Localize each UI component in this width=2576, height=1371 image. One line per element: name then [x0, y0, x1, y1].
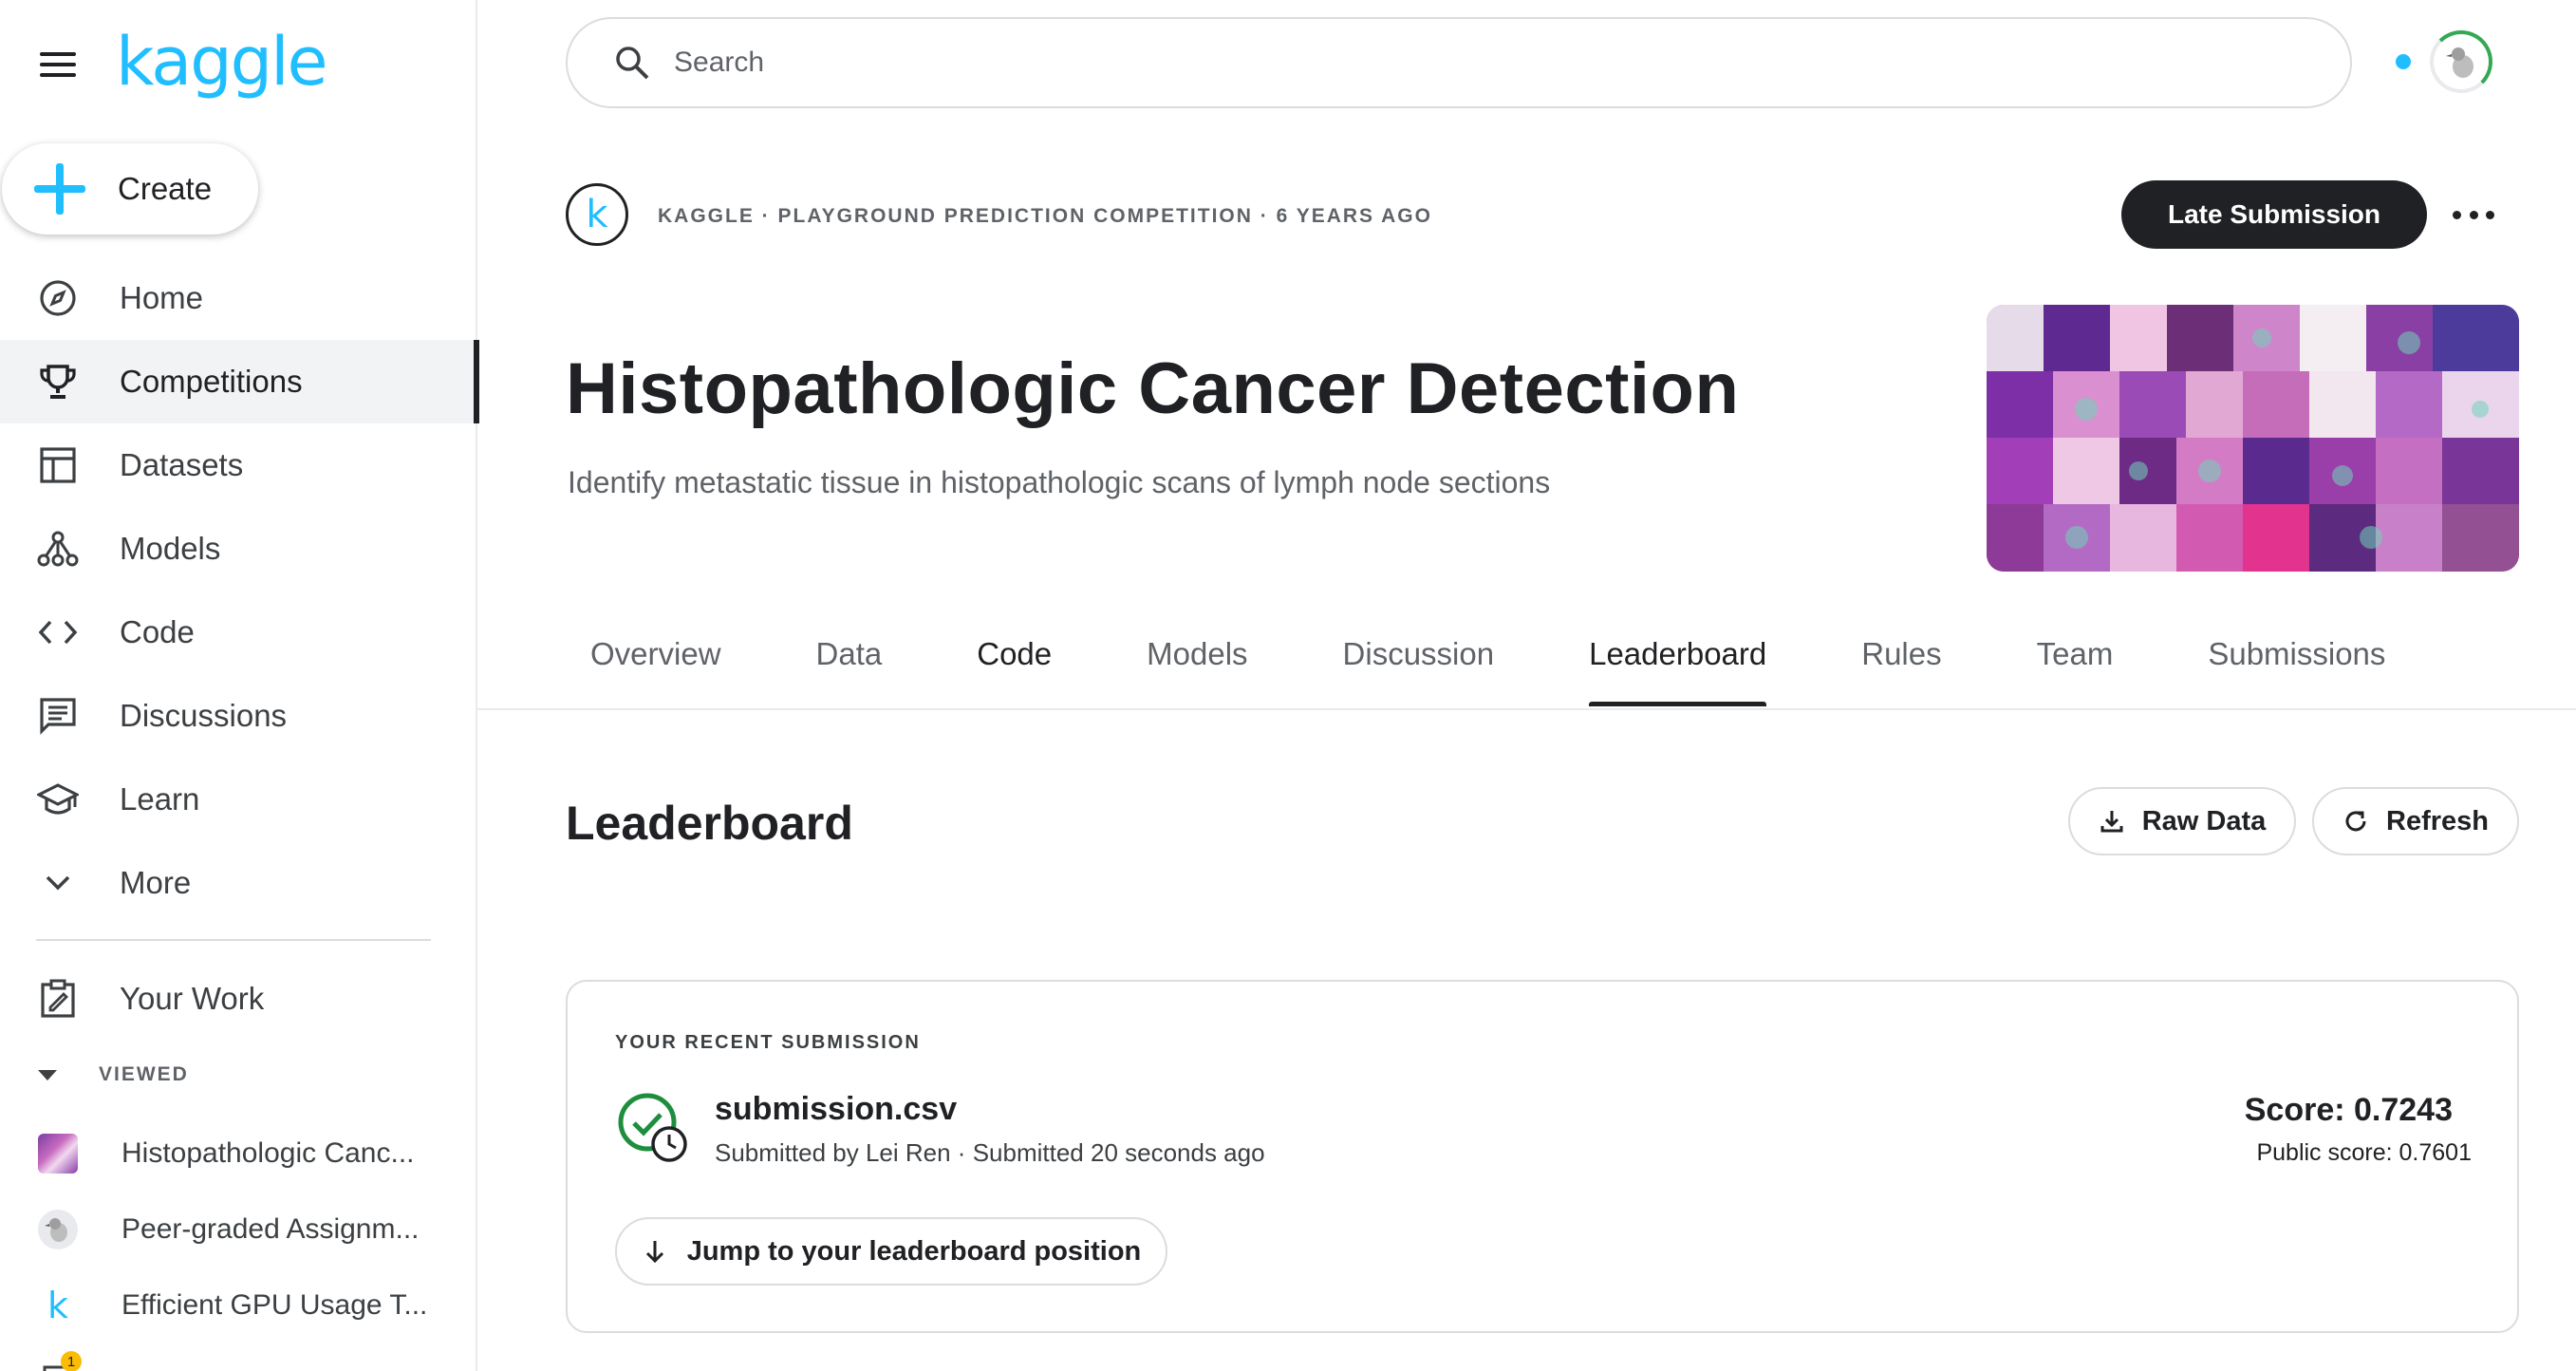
more-options-icon[interactable] [2453, 199, 2494, 230]
models-icon [36, 527, 80, 571]
jump-to-position-button[interactable]: Jump to your leaderboard position [615, 1217, 1167, 1286]
tab-team[interactable]: Team [2012, 636, 2138, 706]
sidebar-item-label: Datasets [120, 447, 244, 482]
competition-header-image [1987, 305, 2519, 572]
search-icon [613, 44, 651, 82]
sidebar-item-label: More [120, 865, 192, 900]
sidebar-item-competitions[interactable]: Competitions [0, 340, 479, 423]
plus-icon [34, 163, 85, 215]
sidebar-item-models[interactable]: Models [0, 507, 477, 591]
clipboard-icon [36, 977, 80, 1021]
card-header: YOUR RECENT SUBMISSION [615, 1032, 921, 1053]
table-icon [36, 443, 80, 487]
viewed-item-label: Efficient GPU Usage T... [121, 1289, 428, 1321]
tab-rules[interactable]: Rules [1837, 636, 1966, 706]
competition-meta: KAGGLE · PLAYGROUND PREDICTION COMPETITI… [658, 205, 1432, 227]
tab-overview[interactable]: Overview [566, 636, 746, 706]
jump-label: Jump to your leaderboard position [686, 1235, 1142, 1267]
viewed-header: VIEWED [99, 1063, 189, 1085]
viewed-item-label: Peer-graded Assignm... [121, 1213, 420, 1245]
viewed-list: Histopathologic Canc... Peer-graded Assi… [0, 1116, 477, 1371]
sidebar-nav: Home Competitions Datasets Models Code D… [0, 256, 479, 925]
kaggle-logo[interactable]: kaggle [116, 23, 328, 101]
sidebar: kaggle Create Home Competitions Datasets [0, 0, 479, 1371]
viewed-section-toggle[interactable]: VIEWED [38, 1063, 189, 1086]
discussion-icon: 1 [38, 1351, 82, 1371]
sidebar-item-label: Home [120, 280, 204, 315]
submission-filename: submission.csv [715, 1091, 958, 1127]
kaggle-k-icon: k [47, 1285, 68, 1326]
competition-thumbnail [38, 1134, 78, 1174]
discussion-icon [36, 694, 80, 738]
page-subtitle: Identify metastatic tissue in histopatho… [568, 465, 1551, 499]
sidebar-divider [36, 939, 431, 941]
notification-badge: 1 [61, 1351, 82, 1371]
recent-submission-card: YOUR RECENT SUBMISSION submission.csv Su… [566, 980, 2519, 1333]
viewed-item-partial[interactable]: 1 [0, 1343, 477, 1371]
sidebar-item-learn[interactable]: Learn [0, 758, 477, 841]
sidebar-item-your-work[interactable]: Your Work [0, 957, 477, 1041]
tab-leaderboard[interactable]: Leaderboard [1564, 636, 1791, 706]
trophy-icon [36, 360, 80, 404]
goose-avatar-icon [38, 1210, 78, 1249]
tab-submissions[interactable]: Submissions [2183, 636, 2410, 706]
tabs-divider [477, 708, 2576, 710]
refresh-icon [2345, 811, 2366, 832]
refresh-button[interactable]: Refresh [2312, 787, 2519, 855]
notification-dot [2396, 54, 2411, 69]
submission-meta: Submitted by Lei Ren · Submitted 20 seco… [715, 1138, 1265, 1167]
section-title: Leaderboard [566, 797, 853, 850]
page-title: Histopathologic Cancer Detection [566, 348, 1740, 429]
search-input[interactable]: Search [674, 47, 764, 79]
sidebar-item-home[interactable]: Home [0, 256, 477, 340]
sidebar-item-discussions[interactable]: Discussions [0, 674, 477, 758]
tab-data[interactable]: Data [792, 636, 907, 706]
chevron-down-icon [36, 861, 80, 905]
viewed-item-histopathologic[interactable]: Histopathologic Canc... [0, 1116, 477, 1192]
compass-icon [36, 276, 80, 320]
tab-models[interactable]: Models [1122, 636, 1272, 706]
tab-code[interactable]: Code [952, 636, 1076, 706]
raw-data-label: Raw Data [2141, 805, 2267, 836]
raw-data-button[interactable]: Raw Data [2068, 787, 2296, 855]
goose-avatar-icon [2446, 47, 2473, 78]
viewed-item-peer-graded[interactable]: Peer-graded Assignm... [0, 1192, 477, 1268]
create-button[interactable]: Create [2, 143, 258, 235]
host-logo[interactable]: k [566, 183, 628, 246]
competition-tabs: Overview Data Code Models Discussion Lea… [566, 636, 2455, 706]
sidebar-item-label: Models [120, 531, 221, 566]
sidebar-item-code[interactable]: Code [0, 591, 477, 674]
your-work-row[interactable]: Your Work [0, 957, 477, 1041]
download-icon [2100, 811, 2123, 833]
sidebar-item-label: Competitions [120, 364, 303, 399]
search-bar[interactable]: Search [566, 17, 2352, 108]
sidebar-item-datasets[interactable]: Datasets [0, 423, 477, 507]
viewed-item-efficient-gpu[interactable]: k Efficient GPU Usage T... [0, 1268, 477, 1343]
viewed-item-label: Histopathologic Canc... [121, 1137, 415, 1169]
caret-down-icon [38, 1069, 57, 1080]
avatar[interactable] [2430, 30, 2492, 93]
refresh-label: Refresh [2386, 805, 2489, 836]
tab-discussion[interactable]: Discussion [1318, 636, 1520, 706]
submission-score: Score: 0.7243 [2244, 1092, 2453, 1128]
sidebar-item-label: Code [120, 614, 195, 649]
sidebar-item-label: Discussions [120, 698, 288, 733]
submission-status-icon [617, 1092, 689, 1164]
public-score: Public score: 0.7601 [2256, 1139, 2472, 1166]
arrow-down-icon [645, 1241, 663, 1264]
code-icon [36, 610, 80, 654]
your-work-label: Your Work [120, 981, 265, 1016]
create-label: Create [118, 171, 213, 206]
menu-icon[interactable] [38, 49, 78, 80]
sidebar-item-more[interactable]: More [0, 841, 477, 925]
sidebar-item-label: Learn [120, 781, 200, 817]
late-submission-button[interactable]: Late Submission [2121, 180, 2427, 249]
graduation-cap-icon [36, 778, 80, 821]
